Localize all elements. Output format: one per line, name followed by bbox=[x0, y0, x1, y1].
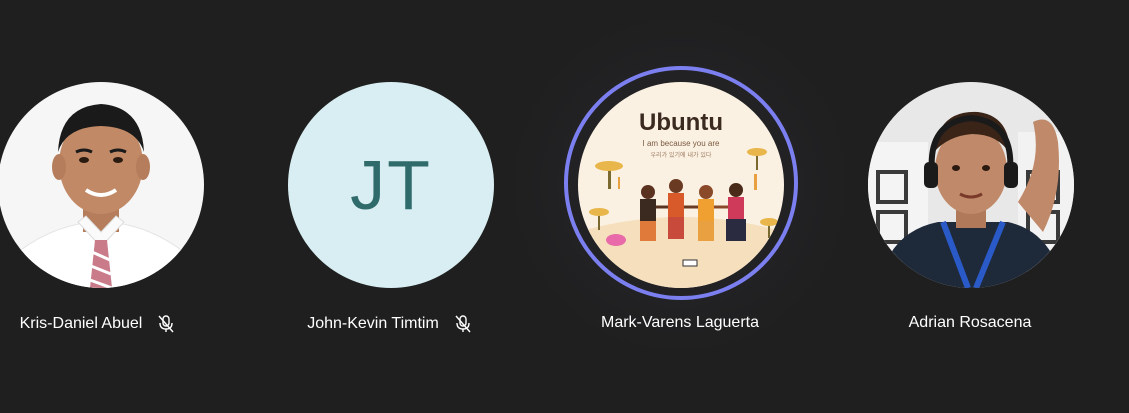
participant-tile-john[interactable]: JT John-Kevin Timtim bbox=[260, 0, 520, 413]
avatar-photo bbox=[868, 82, 1074, 288]
meeting-gallery: Kris-Daniel Abuel JT John-Kevin Timtim U… bbox=[0, 0, 1129, 413]
participant-name: Mark-Varens Laguerta bbox=[601, 314, 759, 331]
illustration-subtitle: I am because you are bbox=[643, 139, 720, 148]
participant-name-row: John-Kevin Timtim bbox=[260, 314, 520, 334]
participant-name-row: Adrian Rosacena bbox=[840, 314, 1100, 332]
participant-name-row: Kris-Daniel Abuel bbox=[0, 314, 228, 334]
participant-name: Kris-Daniel Abuel bbox=[19, 315, 143, 332]
participant-tile-adrian[interactable]: Adrian Rosacena bbox=[840, 0, 1100, 413]
mic-off-icon bbox=[156, 314, 176, 334]
avatar-initials-text: JT bbox=[350, 146, 432, 224]
mic-off-icon bbox=[453, 314, 473, 334]
avatar-initials: JT bbox=[288, 82, 494, 288]
participant-tile-mark[interactable]: Ubuntu I am because you are 우리가 있기에 내가 있… bbox=[550, 0, 810, 413]
illustration-korean: 우리가 있기에 내가 있다 bbox=[651, 151, 712, 159]
participant-name: Adrian Rosacena bbox=[908, 314, 1032, 331]
illustration-title: Ubuntu bbox=[639, 109, 723, 136]
avatar-illustration: Ubuntu I am because you are 우리가 있기에 내가 있… bbox=[578, 82, 784, 288]
avatar-photo bbox=[0, 82, 204, 288]
participant-name-row: Mark-Varens Laguerta bbox=[550, 314, 810, 332]
participant-tile-kris[interactable]: Kris-Daniel Abuel bbox=[0, 0, 230, 413]
participant-name: John-Kevin Timtim bbox=[307, 315, 439, 332]
